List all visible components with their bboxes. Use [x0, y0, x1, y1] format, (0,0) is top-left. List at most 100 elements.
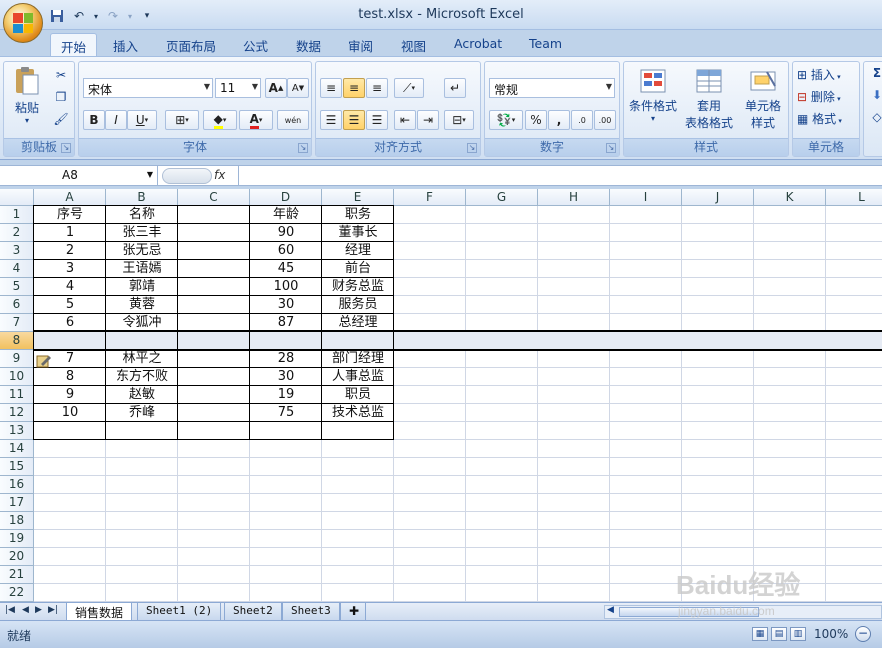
formula-input[interactable] [238, 166, 882, 186]
cell-e12[interactable]: 技术总监 [322, 404, 394, 422]
cell-c2[interactable] [178, 224, 250, 242]
cell-b13[interactable] [106, 422, 178, 440]
column-header-j[interactable]: J [682, 189, 754, 206]
cell-a13[interactable] [34, 422, 106, 440]
cell-e4[interactable]: 前台 [322, 260, 394, 278]
row-header-18[interactable]: 18 [0, 512, 34, 530]
column-header-b[interactable]: B [106, 189, 178, 206]
cell-d5[interactable]: 100 [250, 278, 322, 296]
grow-font-button[interactable]: A ▲ [265, 78, 287, 98]
last-sheet-icon[interactable]: ▶| [48, 605, 58, 615]
cell-d3[interactable]: 60 [250, 242, 322, 260]
copy-icon[interactable]: ❐ [52, 90, 70, 108]
cell-e11[interactable]: 职员 [322, 386, 394, 404]
cell-d12[interactable]: 75 [250, 404, 322, 422]
cell-d4[interactable]: 45 [250, 260, 322, 278]
cell-a12[interactable]: 10 [34, 404, 106, 422]
align-top-icon[interactable]: ≡ [320, 78, 342, 98]
cell-b1[interactable]: 名称 [106, 206, 178, 224]
name-box-dropdown-icon[interactable]: ▼ [147, 170, 153, 179]
cell-b6[interactable]: 黄蓉 [106, 296, 178, 314]
cell-b10[interactable]: 东方不败 [106, 368, 178, 386]
align-center-icon[interactable]: ☰ [343, 110, 365, 130]
phonetic-button[interactable]: wén [277, 110, 309, 130]
zoom-out-icon[interactable]: − [855, 626, 871, 642]
tab-formulas[interactable]: 公式 [233, 33, 278, 56]
row-header-17[interactable]: 17 [0, 494, 34, 512]
merge-center-icon[interactable]: ⊟ ▾ [444, 110, 474, 130]
wrap-text-icon[interactable]: ↵ [444, 78, 466, 98]
row-header-15[interactable]: 15 [0, 458, 34, 476]
column-header-c[interactable]: C [178, 189, 250, 206]
comma-button[interactable]: , [548, 110, 570, 130]
cell-b12[interactable]: 乔峰 [106, 404, 178, 422]
cell-d8[interactable] [250, 332, 322, 350]
paste-button[interactable]: 粘贴 ▾ [10, 66, 44, 126]
conditional-format-button[interactable]: 条件格式 ▾ [626, 68, 680, 134]
percent-button[interactable]: % [525, 110, 547, 130]
column-header-k[interactable]: K [754, 189, 826, 206]
insert-cells-button[interactable]: ⊞ 插入 ▾ [797, 66, 859, 86]
sheet-tab-sheet2[interactable]: Sheet2 [224, 603, 282, 621]
row-header-6[interactable]: 6 [0, 296, 34, 314]
cell-d9[interactable]: 28 [250, 350, 322, 368]
column-header-e[interactable]: E [322, 189, 394, 206]
number-format-dropdown-icon[interactable]: ▼ [606, 82, 612, 91]
cell-c13[interactable] [178, 422, 250, 440]
cell-c1[interactable] [178, 206, 250, 224]
next-sheet-icon[interactable]: ▶ [35, 605, 42, 615]
cell-c4[interactable] [178, 260, 250, 278]
tab-insert[interactable]: 插入 [103, 33, 148, 56]
cell-a5[interactable]: 4 [34, 278, 106, 296]
normal-view-icon[interactable]: ▦ [752, 627, 768, 641]
tab-acrobat[interactable]: Acrobat [444, 33, 512, 56]
page-break-view-icon[interactable]: ▥ [790, 627, 806, 641]
borders-button[interactable]: ⊞ ▾ [165, 110, 199, 130]
cell-a1[interactable]: 序号 [34, 206, 106, 224]
decrease-indent-icon[interactable]: ⇤ [394, 110, 416, 130]
column-header-f[interactable]: F [394, 189, 466, 206]
underline-button[interactable]: U ▾ [127, 110, 157, 130]
cell-c6[interactable] [178, 296, 250, 314]
cell-d2[interactable]: 90 [250, 224, 322, 242]
column-header-l[interactable]: L [826, 189, 882, 206]
cell-b11[interactable]: 赵敏 [106, 386, 178, 404]
cell-e10[interactable]: 人事总监 [322, 368, 394, 386]
increase-decimal-button[interactable]: .0 [571, 110, 593, 130]
select-all-corner[interactable] [0, 189, 34, 206]
font-launcher-icon[interactable]: ↘ [298, 143, 308, 153]
shrink-font-button[interactable]: A ▼ [287, 78, 309, 98]
cell-e9[interactable]: 部门经理 [322, 350, 394, 368]
cell-b4[interactable]: 王语嫣 [106, 260, 178, 278]
cell-a11[interactable]: 9 [34, 386, 106, 404]
cell-b2[interactable]: 张三丰 [106, 224, 178, 242]
tab-home[interactable]: 开始 [50, 33, 98, 56]
cell-d6[interactable]: 30 [250, 296, 322, 314]
row-header-16[interactable]: 16 [0, 476, 34, 494]
increase-indent-icon[interactable]: ⇥ [417, 110, 439, 130]
cut-icon[interactable]: ✂ [52, 68, 70, 86]
autosum-button[interactable]: Σ [868, 66, 882, 86]
cell-e13[interactable] [322, 422, 394, 440]
cell-e8[interactable] [322, 332, 394, 350]
tab-review[interactable]: 审阅 [338, 33, 383, 56]
row-header-1[interactable]: 1 [0, 206, 34, 224]
cell-a4[interactable]: 3 [34, 260, 106, 278]
row-header-22[interactable]: 22 [0, 584, 34, 602]
cell-c3[interactable] [178, 242, 250, 260]
cell-c11[interactable] [178, 386, 250, 404]
fill-icon[interactable]: ⬇ [868, 88, 882, 108]
cell-d10[interactable]: 30 [250, 368, 322, 386]
delete-cells-button[interactable]: ⊟ 删除 ▾ [797, 88, 859, 108]
cell-a10[interactable]: 8 [34, 368, 106, 386]
orientation-icon[interactable]: ⟋ ▾ [394, 78, 424, 98]
align-bottom-icon[interactable]: ≡ [366, 78, 388, 98]
cell-b3[interactable]: 张无忌 [106, 242, 178, 260]
cell-a6[interactable]: 5 [34, 296, 106, 314]
tab-data[interactable]: 数据 [286, 33, 331, 56]
align-middle-icon[interactable]: ≡ [343, 78, 365, 98]
cell-e2[interactable]: 董事长 [322, 224, 394, 242]
decrease-decimal-button[interactable]: .00 [594, 110, 616, 130]
first-sheet-icon[interactable]: |◀ [5, 605, 15, 615]
font-color-button[interactable]: A ▾ [239, 110, 273, 130]
